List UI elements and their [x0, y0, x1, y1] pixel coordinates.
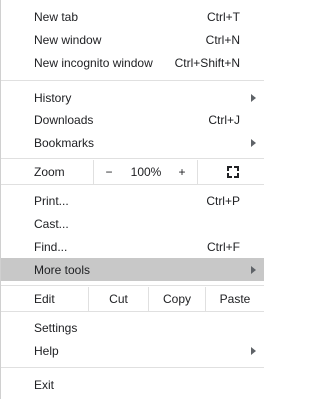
- zoom-divider: [197, 160, 198, 184]
- menu-item-label: Find...: [34, 239, 68, 254]
- cut-button[interactable]: Cut: [89, 287, 148, 311]
- menu-item-shortcut: Ctrl+J: [208, 112, 240, 127]
- menu-item-new-window[interactable]: New window Ctrl+N: [1, 28, 264, 51]
- menu-item-label: New window: [34, 32, 102, 47]
- menu-item-find[interactable]: Find... Ctrl+F: [1, 235, 264, 258]
- zoom-divider: [93, 160, 94, 184]
- chevron-right-icon: [251, 346, 256, 355]
- menu-item-shortcut: Ctrl+F: [207, 239, 240, 254]
- menu-separator: [1, 184, 264, 185]
- zoom-out-button[interactable]: −: [98, 160, 120, 184]
- menu-item-more-tools[interactable]: More tools: [1, 258, 264, 281]
- menu-separator: [1, 285, 264, 286]
- menu-item-cast[interactable]: Cast...: [1, 212, 264, 235]
- menu-item-label: Downloads: [34, 112, 94, 127]
- menu-item-help[interactable]: Help: [1, 339, 264, 362]
- menu-item-label: Exit: [34, 377, 55, 392]
- chevron-right-icon: [251, 265, 256, 274]
- menu-item-shortcut: Ctrl+N: [205, 32, 240, 47]
- menu-item-label: New tab: [34, 9, 79, 24]
- menu-item-label: Settings: [34, 320, 78, 335]
- copy-button[interactable]: Copy: [149, 287, 205, 311]
- menu-item-print[interactable]: Print... Ctrl+P: [1, 189, 264, 212]
- zoom-level-value: 100%: [130, 165, 162, 179]
- browser-main-menu: New tab Ctrl+T New window Ctrl+N New inc…: [0, 0, 264, 399]
- menu-item-label: History: [34, 90, 72, 105]
- menu-item-label: Help: [34, 343, 59, 358]
- menu-item-new-tab[interactable]: New tab Ctrl+T: [1, 5, 264, 28]
- menu-item-new-incognito-window[interactable]: New incognito window Ctrl+Shift+N: [1, 51, 264, 74]
- menu-item-shortcut: Ctrl+Shift+N: [174, 55, 240, 70]
- edit-label: Edit: [34, 292, 55, 306]
- paste-button[interactable]: Paste: [206, 287, 264, 311]
- menu-item-shortcut: Ctrl+P: [206, 193, 240, 208]
- menu-item-bookmarks[interactable]: Bookmarks: [1, 131, 264, 154]
- menu-item-label: Bookmarks: [34, 135, 95, 150]
- menu-item-label: Cast...: [34, 216, 69, 231]
- menu-separator: [1, 158, 264, 159]
- chevron-right-icon: [251, 93, 256, 102]
- fullscreen-icon[interactable]: [227, 166, 239, 178]
- menu-item-settings[interactable]: Settings: [1, 316, 264, 339]
- menu-item-label: New incognito window: [34, 55, 153, 70]
- menu-item-label: More tools: [34, 262, 91, 277]
- edit-row: Edit Cut Copy Paste: [1, 287, 264, 311]
- menu-item-shortcut: Ctrl+T: [207, 9, 240, 24]
- menu-item-exit[interactable]: Exit: [1, 373, 264, 396]
- menu-item-label: Print...: [34, 193, 69, 208]
- menu-item-downloads[interactable]: Downloads Ctrl+J: [1, 108, 264, 131]
- zoom-label: Zoom: [34, 165, 65, 179]
- menu-separator: [1, 311, 264, 312]
- zoom-row: Zoom − 100% +: [1, 160, 264, 184]
- menu-item-history[interactable]: History: [1, 86, 264, 109]
- chevron-right-icon: [251, 138, 256, 147]
- menu-separator: [1, 80, 264, 81]
- zoom-in-button[interactable]: +: [171, 160, 193, 184]
- menu-separator: [1, 367, 264, 368]
